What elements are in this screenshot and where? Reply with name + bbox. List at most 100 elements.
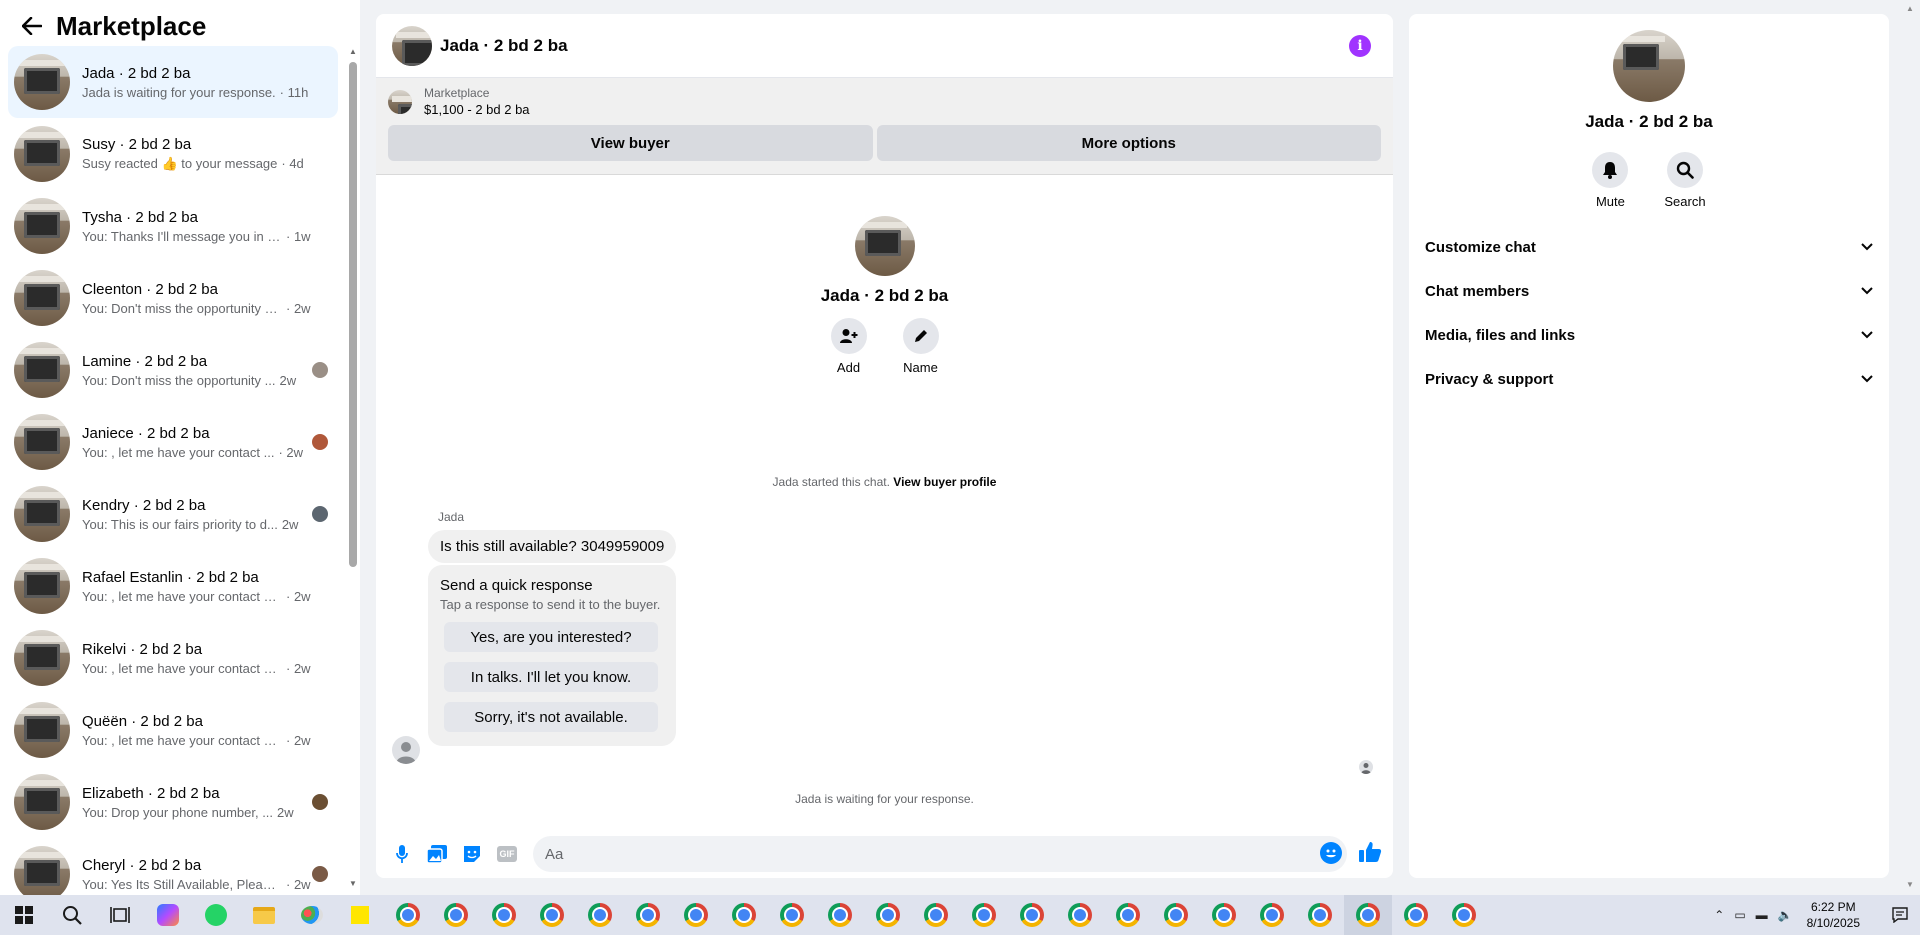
chrome-icon[interactable] [720,895,768,935]
chrome-icon[interactable] [1344,895,1392,935]
conversation-snippet: You: Don't miss the opportunity an... [82,300,282,316]
add-people-button[interactable]: Add [830,318,867,375]
chat-avatar[interactable] [392,25,432,66]
media-files-links-item[interactable]: Media, files and links [1409,313,1889,357]
view-buyer-profile-link[interactable]: View buyer profile [893,475,996,489]
conversation-item[interactable]: Jada · 2 bd 2 ba Jada is waiting for you… [8,46,338,118]
sidebar-scrollbar[interactable]: ▲ ▼ [349,48,357,888]
chrome-icon[interactable] [624,895,672,935]
back-arrow-icon[interactable] [20,14,44,38]
whatsapp-icon[interactable] [192,895,240,935]
chrome-icon[interactable] [768,895,816,935]
conversation-item[interactable]: Tysha · 2 bd 2 ba You: Thanks I'll messa… [8,190,338,262]
network-icon[interactable]: ▬ [1756,908,1768,922]
chrome-icon[interactable] [432,895,480,935]
tray-overflow-icon[interactable]: ⌃ [1714,908,1724,922]
chrome-icon[interactable] [1056,895,1104,935]
quick-response-title: Send a quick response [440,577,593,594]
mute-button[interactable]: Mute [1592,152,1629,209]
view-buyer-button[interactable]: View buyer [388,125,873,161]
microphone-icon[interactable] [390,842,414,866]
chrome-icon[interactable] [1248,895,1296,935]
page-scroll-down-icon[interactable]: ▼ [1906,880,1914,889]
chrome-icon[interactable] [864,895,912,935]
conversation-snippet: You: Yes Its Still Available, Please... [82,876,282,892]
conversation-item[interactable]: Rafael Estanlin · 2 bd 2 ba You: , let m… [8,550,338,622]
chrome-icon[interactable] [960,895,1008,935]
thumbs-up-icon[interactable] [1358,840,1384,866]
listing-title[interactable]: $1,100 - 2 bd 2 ba [424,102,530,117]
conversation-item[interactable]: Quëën · 2 bd 2 ba You: , let me have you… [8,694,338,766]
system-tray: ⌃ ▭ ▬ 🔈 6:22 PM 8/10/2025 [1714,895,1920,935]
conversation-snippet: You: This is our fairs priority to d... [82,516,278,532]
conversation-item[interactable]: Susy · 2 bd 2 ba Susy reacted 👍 to your … [8,118,338,190]
page-scroll-up-icon[interactable]: ▲ [1906,4,1914,13]
conversation-item[interactable]: Lamine · 2 bd 2 ba You: Don't miss the o… [8,334,338,406]
rename-button[interactable]: Name [902,318,939,375]
system-clock[interactable]: 6:22 PM 8/10/2025 [1807,899,1860,931]
chrome-icon[interactable] [1392,895,1440,935]
conversation-time: 2w [279,372,297,388]
volume-icon[interactable]: 🔈 [1778,908,1793,922]
chrome-icon[interactable] [1200,895,1248,935]
chat-header: Jada · 2 bd 2 ba i [376,14,1393,78]
search-label: Search [1664,194,1706,209]
info-icon[interactable]: i [1349,35,1371,57]
seen-indicator-avatar [1359,760,1373,774]
read-receipt-avatar [312,434,328,450]
search-button[interactable]: Search [1664,152,1706,209]
conversation-item[interactable]: Elizabeth · 2 bd 2 ba You: Drop your pho… [8,766,338,838]
chrome-icon[interactable] [1152,895,1200,935]
chrome-icon[interactable] [672,895,720,935]
gif-icon[interactable]: GIF [495,842,519,866]
taskbar-search-icon[interactable] [48,895,96,935]
quick-reply-button[interactable]: Yes, are you interested? [444,622,658,652]
chrome-icon[interactable] [1008,895,1056,935]
chrome-icon[interactable] [528,895,576,935]
message-bubble[interactable]: Is this still available? 3049959009 [428,530,677,563]
chrome-icon[interactable] [480,895,528,935]
emoji-icon[interactable] [1320,842,1342,864]
scroll-up-arrow-icon[interactable]: ▲ [349,48,357,56]
details-avatar[interactable] [1613,30,1685,102]
listing-thumbnail [14,846,70,902]
windows-start-icon[interactable] [0,895,48,935]
chrome-icon[interactable] [1440,895,1488,935]
quick-reply-button[interactable]: In talks. I'll let you know. [444,662,658,692]
customize-chat-item[interactable]: Customize chat [1409,225,1889,269]
chrome-icon[interactable] [912,895,960,935]
photo-icon[interactable] [425,842,449,866]
conversation-list: Jada · 2 bd 2 ba Jada is waiting for you… [8,46,338,910]
notifications-icon[interactable] [1880,907,1920,923]
privacy-support-item[interactable]: Privacy & support [1409,357,1889,401]
copilot-icon[interactable] [144,895,192,935]
scrollbar-thumb[interactable] [349,62,357,567]
chrome-icon[interactable] [384,895,432,935]
conversation-time: 2w [281,516,299,532]
paint-icon[interactable] [288,895,336,935]
listing-thumbnail[interactable] [388,89,412,114]
conversation-item[interactable]: Janiece · 2 bd 2 ba You: , let me have y… [8,406,338,478]
chrome-icon[interactable] [816,895,864,935]
meet-now-icon[interactable]: ▭ [1734,908,1745,922]
task-view-icon[interactable] [96,895,144,935]
chat-title[interactable]: Jada · 2 bd 2 ba [440,36,568,56]
file-explorer-icon[interactable] [240,895,288,935]
conversation-item[interactable]: Kendry · 2 bd 2 ba You: This is our fair… [8,478,338,550]
listing-thumbnail [14,126,70,182]
chrome-icon[interactable] [1104,895,1152,935]
chrome-icon[interactable] [576,895,624,935]
scroll-down-arrow-icon[interactable]: ▼ [349,880,357,888]
chrome-icon[interactable] [1296,895,1344,935]
conversation-item[interactable]: Rikelvi · 2 bd 2 ba You: , let me have y… [8,622,338,694]
sticker-icon[interactable] [460,842,484,866]
sender-avatar[interactable] [392,736,420,764]
quick-reply-button[interactable]: Sorry, it's not available. [444,702,658,732]
conversation-item[interactable]: Cleenton · 2 bd 2 ba You: Don't miss the… [8,262,338,334]
chat-members-item[interactable]: Chat members [1409,269,1889,313]
chevron-down-icon [1861,243,1873,251]
windows-taskbar: ⌃ ▭ ▬ 🔈 6:22 PM 8/10/2025 [0,895,1920,935]
message-input[interactable] [533,836,1347,872]
more-options-button[interactable]: More options [876,125,1381,161]
sticky-notes-icon[interactable] [336,895,384,935]
